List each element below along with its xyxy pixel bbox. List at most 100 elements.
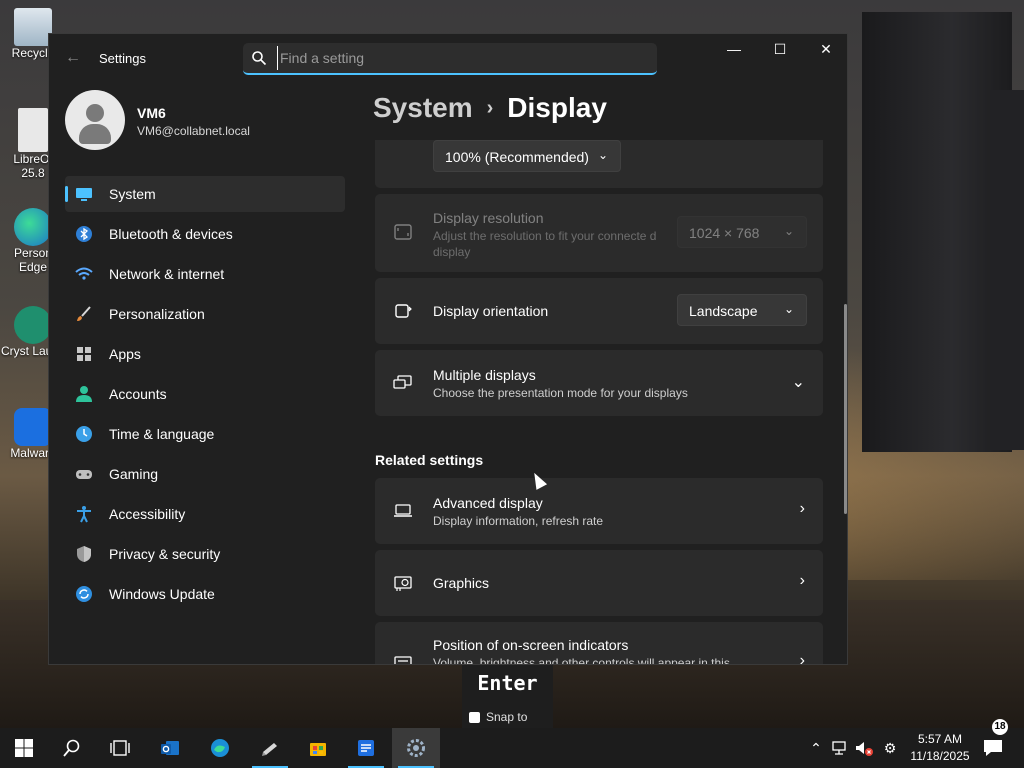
clock-globe-icon [76,426,92,442]
card-title: Graphics [433,575,490,591]
breadcrumb-parent[interactable]: System [373,92,473,123]
volume-muted-icon[interactable] [854,738,874,758]
back-arrow-icon[interactable]: ← [63,48,83,68]
sidebar-item-bluetooth[interactable]: Bluetooth & devices [65,216,345,252]
sidebar-item-label: Privacy & security [109,546,221,562]
chevron-down-icon: ⌄ [783,224,794,238]
taskbar: ⌃ ⚙ 5:57 AM 11/18/2025 18 [0,719,1024,768]
clock[interactable]: 5:57 AM 11/18/2025 [908,731,972,765]
clock-time: 5:57 AM [917,732,963,746]
keystroke-overlay: Enter Snap to [462,665,553,728]
card-subtitle: Volume, brightness and other controls wi… [433,656,730,665]
profile-email: VM6@collabnet.local [137,124,250,138]
snap-label: Snap to [486,710,528,724]
network-icon[interactable] [830,738,850,758]
maximize-button[interactable]: ☐ [757,34,803,66]
news-icon [358,740,374,756]
sidebar-item-time-language[interactable]: Time & language [65,416,345,452]
edge-icon [211,739,229,757]
sidebar-item-label: Personalization [109,306,205,322]
wallpaper-tower-2 [990,90,1024,450]
onscreen-indicators-card[interactable]: Position of on-screen indicators Volume,… [375,622,823,665]
sidebar-item-label: System [109,186,156,202]
onscreen-indicator-icon [394,656,412,664]
card-title: Advanced display [433,495,543,511]
task-view-button[interactable] [96,728,144,768]
advanced-display-card[interactable]: Advanced display Display information, re… [375,478,823,544]
libreoffice-icon [18,108,48,152]
chevron-right-icon: › [799,500,805,517]
scale-value: 100% (Recommended) [445,149,589,165]
taskbar-store[interactable] [294,728,342,768]
gamepad-icon [76,470,92,479]
avatar [65,90,125,150]
windows-logo-icon [15,739,33,757]
orientation-dropdown[interactable]: Landscape ⌄ [677,294,807,326]
notification-icon[interactable] [982,738,1004,758]
close-button[interactable]: ✕ [803,34,847,66]
minimize-button[interactable]: — [711,34,757,66]
card-subtitle: Display information, refresh rate [433,514,604,528]
graphics-card[interactable]: Graphics › [375,550,823,616]
card-subtitle: Adjust the resolution to fit your connec… [433,229,657,259]
wifi-icon [75,267,93,280]
search-box[interactable] [243,43,657,75]
resolution-dropdown[interactable]: 1024 × 768 ⌄ [677,216,807,248]
sidebar-item-personalization[interactable]: Personalization [65,296,345,332]
sidebar-item-label: Accounts [109,386,167,402]
sidebar-item-privacy-security[interactable]: Privacy & security [65,536,345,572]
card-title: Display resolution [433,210,544,226]
sidebar-item-gaming[interactable]: Gaming [65,456,345,492]
brush-icon [77,306,91,321]
scrollbar[interactable] [844,304,847,514]
breadcrumb: System › Display [373,92,607,124]
chevron-right-icon: › [799,572,805,589]
search-input[interactable] [277,46,647,70]
taskbar-settings[interactable] [392,728,440,768]
card-subtitle: Choose the presentation mode for your di… [433,386,688,400]
clock-date: 11/18/2025 [910,749,970,763]
multiple-displays-icon [393,375,412,389]
shield-icon [77,546,91,562]
crystal-launcher-icon [14,306,52,344]
chevron-down-icon: ⌄ [597,148,608,162]
sidebar-item-label: Network & internet [109,266,225,282]
settings-gear-icon[interactable]: ⚙ [880,738,900,758]
accounts-icon [76,386,92,402]
start-button[interactable] [0,728,48,768]
user-profile[interactable]: VM6 VM6@collabnet.local [65,90,365,152]
sidebar-item-apps[interactable]: Apps [65,336,345,372]
settings-gear-icon [407,739,425,757]
taskbar-news[interactable] [342,728,390,768]
search-button[interactable] [48,728,96,768]
sidebar-item-label: Accessibility [109,506,186,522]
sidebar-item-network[interactable]: Network & internet [65,256,345,292]
sidebar-item-windows-update[interactable]: Windows Update [65,576,345,612]
display-settings-list: 100% (Recommended) ⌄ Display resolution … [375,140,823,665]
taskbar-edge[interactable] [196,728,244,768]
sidebar-item-accessibility[interactable]: Accessibility [65,496,345,532]
breadcrumb-separator: › [486,97,494,119]
sidebar-item-accounts[interactable]: Accounts [65,376,345,412]
chevron-up-icon[interactable]: ⌃ [806,738,826,758]
snap-checkbox[interactable] [469,712,480,723]
taskbar-outlook[interactable] [146,728,194,768]
sidebar-item-label: Time & language [109,426,215,442]
task-view-icon [110,740,130,756]
card-title: Position of on-screen indicators [433,637,629,653]
keystroke-label: Enter [477,671,538,695]
bluetooth-icon [76,226,92,242]
card-title: Multiple displays [433,367,536,383]
scale-dropdown[interactable]: 100% (Recommended) ⌄ [433,140,621,172]
chevron-down-icon[interactable]: ⌄ [792,372,805,392]
taskbar-app[interactable] [246,728,294,768]
edge-profile-icon [14,208,52,246]
search-icon [252,51,267,66]
profile-name: VM6 [137,105,166,121]
sidebar-item-system[interactable]: System [65,176,345,212]
sidebar-nav: System Bluetooth & devices Network & int… [65,176,345,616]
multiple-displays-card[interactable]: Multiple displays Choose the presentatio… [375,350,823,416]
display-resolution-card: Display resolution Adjust the resolution… [375,194,823,272]
related-settings-heading: Related settings [375,452,484,468]
chevron-right-icon: › [799,652,805,665]
